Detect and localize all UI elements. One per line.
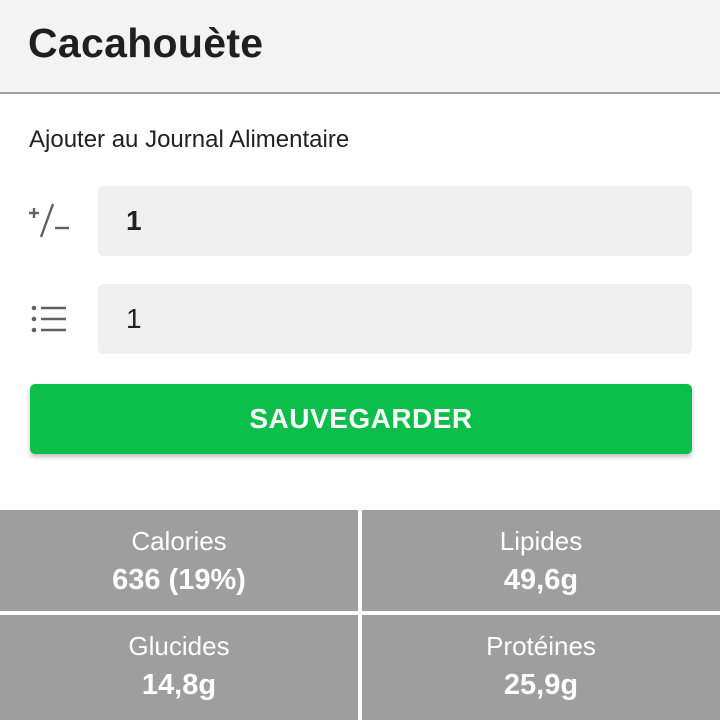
quantity-input[interactable]: [98, 186, 692, 256]
glucides-label: Glucides: [128, 631, 230, 661]
section-title: Ajouter au Journal Alimentaire: [29, 126, 350, 153]
servings-input[interactable]: [98, 284, 692, 354]
app-header: Cacahouète: [0, 0, 720, 94]
calories-tile: Calories 636 (19%): [0, 510, 358, 611]
lipides-value: 49,6g: [503, 564, 579, 596]
lipides-label: Lipides: [499, 526, 583, 556]
page-title: Cacahouète: [28, 20, 264, 66]
nutrition-grid: Calories 636 (19%) Lipides 49,6g Glucide…: [0, 510, 720, 720]
save-button[interactable]: SAUVEGARDER: [30, 384, 692, 454]
glucides-value: 14,8g: [141, 669, 217, 701]
proteines-tile: Protéines 25,9g: [362, 615, 720, 720]
proteines-value: 25,9g: [503, 669, 579, 701]
glucides-tile: Glucides 14,8g: [0, 615, 358, 720]
calories-value: 636 (19%): [112, 564, 246, 596]
plus-minus-icon: [26, 200, 74, 240]
list-icon: [26, 299, 74, 339]
proteines-label: Protéines: [486, 631, 596, 661]
calories-label: Calories: [131, 526, 227, 556]
lipides-tile: Lipides 49,6g: [362, 510, 720, 611]
